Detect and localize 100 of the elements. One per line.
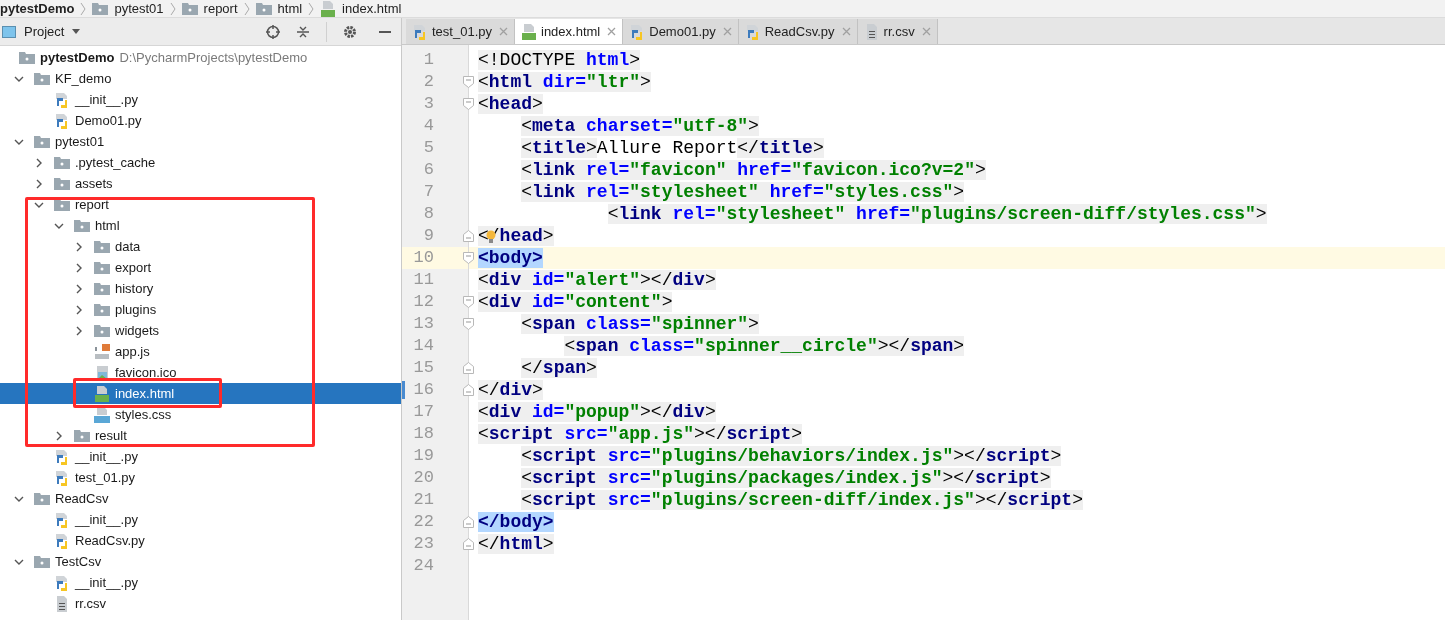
line-number: 10 [412, 247, 434, 270]
text-file-icon [54, 595, 70, 612]
fold-start-icon[interactable] [463, 318, 474, 330]
tree-item[interactable]: html [0, 215, 401, 236]
python-file-icon [54, 532, 70, 549]
editor-tab[interactable]: test_01.py [406, 19, 515, 44]
python-file-icon [54, 91, 70, 108]
tree-item[interactable]: __init__.py [0, 446, 401, 467]
settings-icon[interactable] [343, 24, 357, 39]
tree-item-label: test_01.py [75, 468, 135, 487]
tree-item[interactable]: app.js [0, 341, 401, 362]
chevron-right-icon[interactable] [74, 262, 84, 273]
tree-item[interactable]: ReadCsv.py [0, 530, 401, 551]
line-number: 4 [422, 115, 434, 138]
chevron-right-icon[interactable] [74, 304, 84, 315]
tab-label: index.html [541, 22, 601, 41]
tree-item-label: html [95, 216, 120, 235]
tree-item-label: ReadCsv.py [75, 531, 145, 550]
tree-item[interactable]: index.html [0, 383, 401, 404]
close-icon[interactable] [607, 27, 617, 36]
tree-item[interactable]: KF_demo [0, 68, 401, 89]
breadcrumb-item[interactable]: report [203, 0, 238, 19]
breadcrumb-item[interactable]: index.html [342, 0, 402, 19]
editor-tab[interactable]: Demo01.py [623, 19, 739, 44]
python-file-icon [54, 448, 70, 465]
code-line: <script src="app.js"></script> [478, 424, 803, 444]
code-line: <meta charset="utf-8"> [478, 116, 759, 136]
tree-item-label: pytest01 [55, 132, 105, 151]
code-line: <link rel="stylesheet" href="plugins/screen-diff/styles.css"> [478, 204, 1267, 224]
tree-item[interactable]: pytestDemo D:\PycharmProjects\pytestDemo [0, 47, 401, 68]
window-icon [2, 25, 16, 38]
chevron-right-icon [80, 1, 87, 16]
tree-item-label: plugins [115, 300, 157, 319]
tree-item[interactable]: TestCsv [0, 551, 401, 572]
fold-start-icon[interactable] [463, 76, 474, 88]
tree-item[interactable]: Demo01.py [0, 110, 401, 131]
python-file-icon [412, 23, 428, 40]
editor-tab[interactable]: index.html [515, 19, 624, 44]
tree-item[interactable]: assets [0, 173, 401, 194]
tree-item[interactable]: __init__.py [0, 89, 401, 110]
line-number: 3 [422, 93, 434, 116]
tree-item[interactable]: __init__.py [0, 509, 401, 530]
folder-icon [94, 261, 110, 274]
panel-title[interactable]: Project [24, 21, 65, 42]
collapse-all-icon[interactable] [296, 24, 310, 39]
tree-item-label: __init__.py [75, 510, 138, 529]
tree-item-label: assets [75, 174, 113, 193]
tree-item[interactable]: favicon.ico [0, 362, 401, 383]
tree-item[interactable]: result [0, 425, 401, 446]
breadcrumb-item[interactable]: pytestDemo [0, 0, 75, 19]
code-line: <div id="alert"></div> [478, 270, 716, 290]
tree-item[interactable]: widgets [0, 320, 401, 341]
tree-item-label: styles.css [115, 405, 172, 424]
chevron-right-icon[interactable] [34, 178, 44, 189]
binary-js-file-icon [94, 343, 110, 360]
tree-item[interactable]: .pytest_cache [0, 152, 401, 173]
chevron-right-icon[interactable] [74, 283, 84, 294]
code-line: <div id="popup"></div> [478, 402, 716, 422]
tab-label: Demo01.py [649, 22, 716, 41]
tree-item[interactable]: history [0, 278, 401, 299]
tree-item[interactable]: styles.css [0, 404, 401, 425]
tree-item[interactable]: pytest01 [0, 131, 401, 152]
tree-item-label: export [115, 258, 152, 277]
tree-item[interactable]: ReadCsv [0, 488, 401, 509]
tree-item[interactable]: data [0, 236, 401, 257]
tree-item[interactable]: plugins [0, 299, 401, 320]
line-number: 21 [412, 489, 434, 512]
chevron-right-icon[interactable] [74, 241, 84, 252]
tree-item[interactable]: rr.csv [0, 593, 401, 614]
editor-tab[interactable]: ReadCsv.py [738, 19, 858, 44]
folder-icon [74, 429, 90, 442]
caret-down-icon[interactable] [72, 29, 81, 34]
tree-item[interactable]: __init__.py [0, 572, 401, 593]
folder-icon [54, 156, 70, 169]
fold-start-icon[interactable] [463, 252, 474, 264]
chevron-right-icon[interactable] [74, 325, 84, 336]
breadcrumb-item[interactable]: html [277, 0, 303, 19]
tree-item-label: TestCsv [55, 552, 102, 571]
chevron-right-icon[interactable] [54, 430, 64, 441]
chevron-right-icon[interactable] [34, 157, 44, 168]
tree-item[interactable]: test_01.py [0, 467, 401, 488]
breadcrumb-item[interactable]: pytest01 [114, 0, 164, 19]
code-line: <link rel="stylesheet" href="styles.css"> [478, 182, 965, 202]
tree-item-label: widgets [115, 321, 160, 340]
minimize-icon[interactable] [379, 30, 391, 33]
line-number: 13 [412, 313, 434, 336]
tree-item[interactable]: export [0, 257, 401, 278]
fold-start-icon[interactable] [463, 296, 474, 308]
editor-tab[interactable]: rr.csv [857, 19, 938, 44]
folder-icon [54, 177, 70, 190]
tree-item[interactable]: report [0, 194, 401, 215]
folder-icon [181, 2, 198, 15]
folder-icon [255, 2, 272, 15]
fold-start-icon[interactable] [463, 98, 474, 110]
code-line: <span class="spinner__circle"></span> [478, 336, 965, 356]
tree-item-label: .pytest_cache [75, 153, 156, 172]
code-line: </div> [478, 380, 543, 400]
locate-icon[interactable] [266, 24, 280, 39]
line-number: 23 [412, 533, 434, 556]
tree-item-label: Demo01.py [75, 111, 142, 130]
